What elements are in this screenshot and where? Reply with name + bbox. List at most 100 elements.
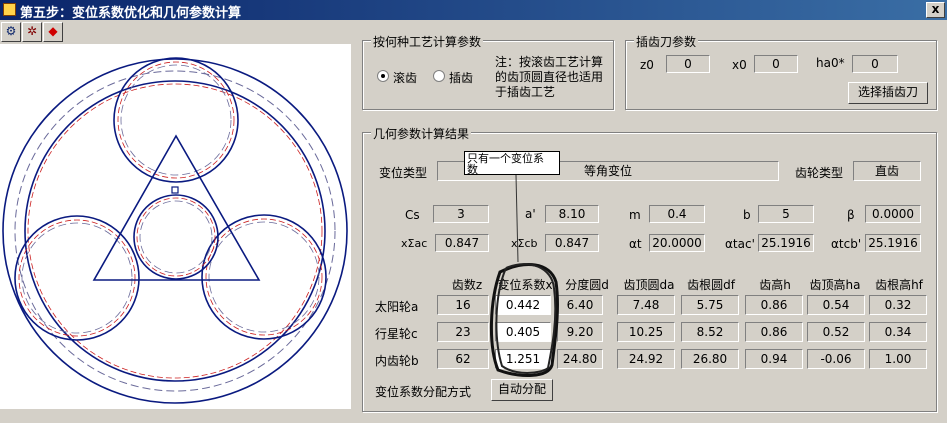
m-field: 0.4 (649, 205, 705, 223)
radio-shape-label: 插齿 (449, 71, 474, 85)
shift-coef-input[interactable]: 0.442 (495, 295, 551, 315)
xcb-label: xΣcb (511, 237, 538, 250)
table-cell: 0.52 (807, 322, 865, 342)
beta-field: 0.0000 (865, 205, 921, 223)
calculate-icon[interactable]: ⚙ (1, 22, 21, 42)
shift-type-label: 变位类型 (379, 166, 428, 180)
ring-dashed-circle (14, 70, 336, 392)
z0-field[interactable]: 0 (666, 55, 710, 73)
table-cell: 10.25 (617, 322, 675, 342)
alpha-t-label: αt (629, 237, 642, 251)
b-label: b (743, 208, 751, 222)
planet-right-outer (201, 214, 327, 340)
gear-drawing-canvas (0, 44, 351, 409)
sun-outer (133, 194, 219, 280)
tooltip-line1: 只有一个变位系 (467, 152, 544, 165)
alpha-tcb-field: 25.1916 (865, 234, 921, 252)
ring-pitch-circle (27, 83, 323, 379)
planet-right-root (208, 221, 320, 333)
sun-root (139, 200, 213, 274)
col-header-ha: 齿顶高ha (809, 278, 861, 292)
a-prime-field: 8.10 (545, 205, 599, 223)
z0-label: z0 (640, 58, 654, 72)
sparkle-icon[interactable]: ✲ (22, 22, 42, 42)
xac-field: 0.847 (435, 234, 489, 252)
x0-label: x0 (732, 58, 747, 72)
app-icon (3, 3, 16, 16)
shift-coef-input[interactable]: 1.251 (495, 349, 551, 369)
col-header-hf: 齿根高hf (875, 278, 923, 292)
select-cutter-button[interactable]: 选择插齿刀 (848, 82, 928, 104)
cs-label: Cs (405, 208, 420, 222)
results-group-title: 几何参数计算结果 (371, 125, 472, 142)
table-cell: 6.40 (557, 295, 603, 315)
alpha-tcb-label: αtcb' (831, 237, 862, 251)
table-cell: 26.80 (681, 349, 739, 369)
col-header-d: 分度圆d (565, 278, 609, 292)
row-label-sun: 太阳轮a (375, 300, 419, 314)
col-header-h: 齿高h (759, 278, 791, 292)
back-arrow-icon[interactable]: ◆ (43, 22, 63, 42)
table-cell: 0.32 (869, 295, 927, 315)
x0-field[interactable]: 0 (754, 55, 798, 73)
table-cell: 0.54 (807, 295, 865, 315)
table-cell: 23 (437, 322, 489, 342)
table-cell: 24.92 (617, 349, 675, 369)
ha0-field[interactable]: 0 (852, 55, 898, 73)
close-button[interactable]: x (926, 2, 945, 18)
table-cell: 0.94 (745, 349, 803, 369)
table-cell: 0.86 (745, 322, 803, 342)
alpha-tac-field: 25.1916 (758, 234, 814, 252)
row-label-planet: 行星轮c (375, 327, 418, 341)
table-cell: 62 (437, 349, 489, 369)
center-marker (171, 186, 179, 194)
planet-right-pitch (205, 218, 323, 336)
radio-hob[interactable] (377, 70, 389, 82)
table-cell: 5.75 (681, 295, 739, 315)
tooltip: 只有一个变位系 数 (464, 151, 560, 175)
ring-inner-circle (24, 80, 326, 382)
table-cell: 0.34 (869, 322, 927, 342)
alpha-t-field: 20.0000 (649, 234, 705, 252)
table-cell: 1.00 (869, 349, 927, 369)
col-header-da: 齿顶圆da (623, 278, 675, 292)
tooltip-line2: 数 (467, 163, 478, 175)
alloc-label: 变位系数分配方式 (375, 385, 472, 399)
cs-field: 3 (433, 205, 489, 223)
alpha-tac-label: αtac' (725, 237, 755, 251)
table-cell: 8.52 (681, 322, 739, 342)
table-cell: 0.86 (745, 295, 803, 315)
carrier-triangle (92, 134, 261, 281)
col-header-z: 齿数z (451, 278, 483, 292)
radio-hob-label: 滚齿 (393, 71, 418, 85)
xac-label: xΣac (401, 237, 428, 250)
table-cell: 24.80 (557, 349, 603, 369)
window-title: 第五步：变位系数优化和几何参数计算 (20, 6, 242, 21)
col-header-x: 变位系数x (497, 278, 553, 292)
shift-coef-input[interactable]: 0.405 (495, 322, 551, 342)
planet-top-outer (113, 57, 239, 183)
cutter-group: 插齿刀参数 z0 0 x0 0 ha0* 0 选择插齿刀 (625, 33, 937, 110)
process-note-line3: 于插齿工艺 (495, 85, 556, 99)
title-bar: 第五步：变位系数优化和几何参数计算 x (0, 0, 947, 21)
planet-top-pitch (117, 61, 235, 179)
beta-label: β (847, 208, 855, 222)
planetary-gear-diagram (2, 57, 348, 404)
cutter-group-title: 插齿刀参数 (634, 33, 699, 50)
sun-pitch (136, 197, 216, 277)
planet-left-root (21, 222, 133, 334)
results-group: 几何参数计算结果 变位类型 等角变位 齿轮类型 直齿 Cs 3 a' 8.10 … (362, 125, 937, 412)
col-header-df: 齿根圆df (687, 278, 735, 292)
process-group-title: 按何种工艺计算参数 (371, 33, 484, 50)
table-cell: 16 (437, 295, 489, 315)
ring-outer-circle (2, 58, 348, 404)
auto-allocate-button[interactable]: 自动分配 (491, 379, 553, 401)
table-cell: 7.48 (617, 295, 675, 315)
table-cell: -0.06 (807, 349, 865, 369)
process-group: 按何种工艺计算参数 滚齿 插齿 注：按滚齿工艺计算 的齿顶圆直径也适用 于插齿工… (362, 33, 614, 110)
row-label-ring: 内齿轮b (375, 354, 419, 368)
gear-type-field[interactable]: 直齿 (853, 161, 921, 181)
a-prime-label: a' (525, 207, 536, 221)
radio-shape[interactable] (433, 70, 445, 82)
b-field: 5 (758, 205, 814, 223)
